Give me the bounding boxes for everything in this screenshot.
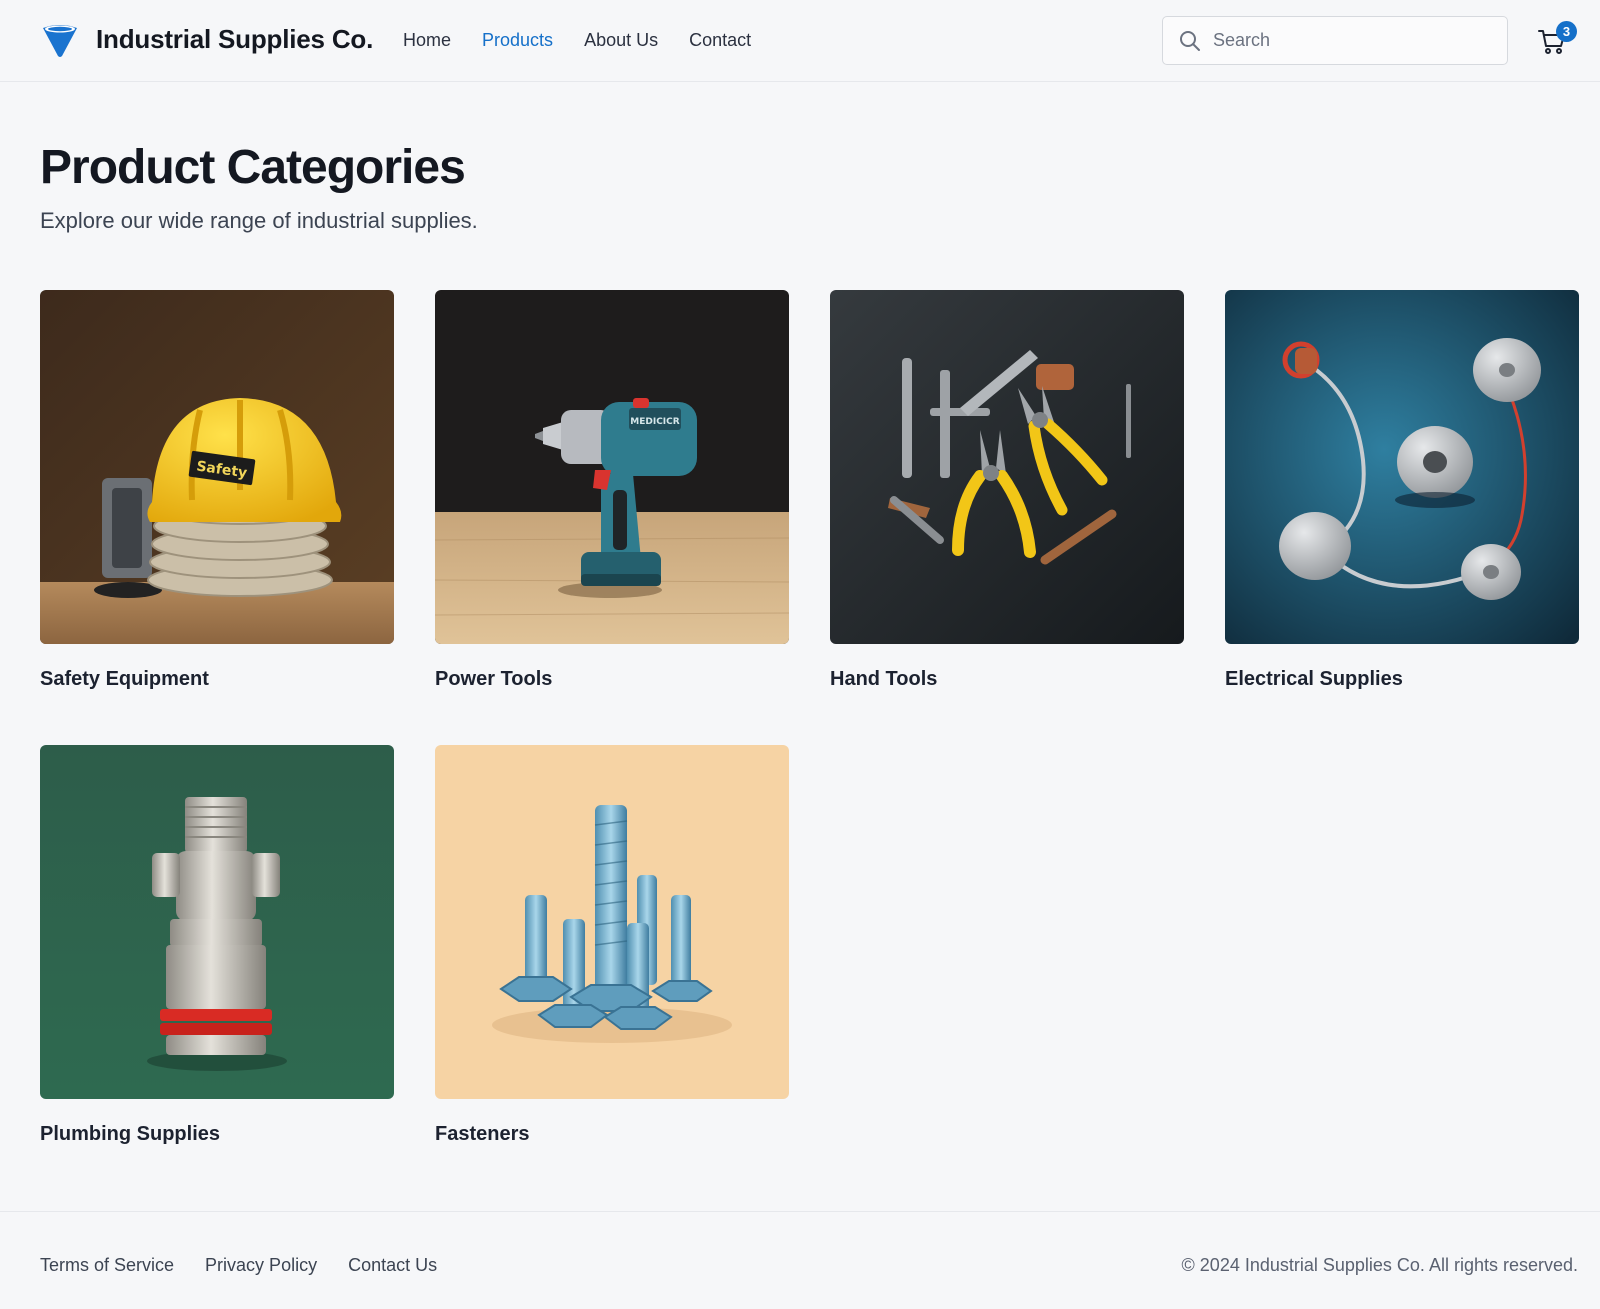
footer-link-privacy[interactable]: Privacy Policy: [205, 1255, 317, 1276]
category-card-power-tools[interactable]: MEDICICR Power Tools: [435, 290, 789, 691]
pliers-image[interactable]: [830, 290, 1184, 644]
site-header: Industrial Supplies Co. Home Products Ab…: [0, 0, 1600, 82]
search-box[interactable]: [1162, 16, 1508, 65]
nav-contact[interactable]: Contact: [689, 30, 751, 51]
copyright-text: © 2024 Industrial Supplies Co. All right…: [1181, 1255, 1578, 1275]
footer-link-terms[interactable]: Terms of Service: [40, 1255, 174, 1276]
nav-about-us[interactable]: About Us: [584, 30, 658, 51]
site-footer: Terms of Service Privacy Policy Contact …: [0, 1211, 1600, 1309]
main-nav: Home Products About Us Contact: [403, 30, 782, 51]
category-name[interactable]: Fasteners: [435, 1123, 789, 1146]
category-card-electrical-supplies[interactable]: Electrical Supplies: [1225, 290, 1579, 691]
category-card-plumbing-supplies[interactable]: Plumbing Supplies: [40, 745, 394, 1146]
bolts-image[interactable]: [435, 745, 789, 1099]
drill-image[interactable]: MEDICICR: [435, 290, 789, 644]
footer-link-contact[interactable]: Contact Us: [348, 1255, 437, 1276]
category-name[interactable]: Electrical Supplies: [1225, 668, 1579, 691]
category-card-hand-tools[interactable]: Hand Tools: [830, 290, 1184, 691]
category-name[interactable]: Safety Equipment: [40, 668, 394, 691]
nav-home[interactable]: Home: [403, 30, 451, 51]
page-subtitle: Explore our wide range of industrial sup…: [40, 208, 478, 233]
page-title: Product Categories: [40, 141, 466, 194]
cart-count-badge: 3: [1556, 21, 1577, 42]
nav-products[interactable]: Products: [482, 30, 553, 51]
brand-name[interactable]: Industrial Supplies Co.: [96, 24, 373, 55]
hard-hat-image[interactable]: Safety: [40, 290, 394, 644]
footer-links: Terms of Service Privacy Policy Contact …: [40, 1255, 468, 1276]
category-name[interactable]: Power Tools: [435, 668, 789, 691]
electrical-parts-image[interactable]: [1225, 290, 1579, 644]
valve-image[interactable]: [40, 745, 394, 1099]
funnel-logo-icon[interactable]: [42, 22, 78, 58]
category-card-fasteners[interactable]: Fasteners: [435, 745, 789, 1146]
category-name[interactable]: Plumbing Supplies: [40, 1123, 394, 1146]
search-input[interactable]: [1213, 17, 1498, 63]
search-icon: [1180, 31, 1200, 51]
cart-button[interactable]: 3: [1536, 21, 1577, 58]
category-name[interactable]: Hand Tools: [830, 668, 1184, 691]
svg-text:MEDICICR: MEDICICR: [630, 417, 679, 427]
category-card-safety-equipment[interactable]: Safety Safety Equipment: [40, 290, 394, 691]
